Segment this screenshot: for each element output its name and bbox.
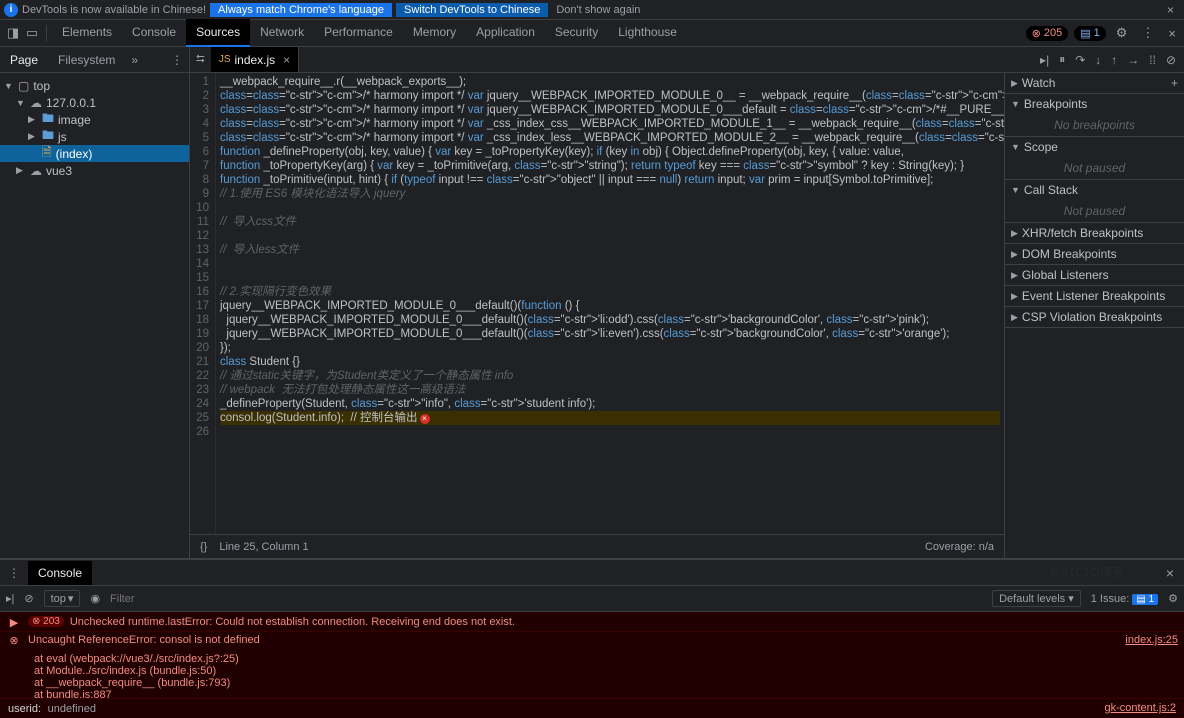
more-tabs-icon[interactable]: ▸| xyxy=(1040,53,1049,67)
scope-not-paused: Not paused xyxy=(1005,157,1184,179)
issue-badge[interactable]: ▤ 1 xyxy=(1074,26,1106,41)
error-text: Uncaught ReferenceError: consol is not d… xyxy=(28,634,1119,647)
xhr-bp-section[interactable]: ▶XHR/fetch Breakpoints xyxy=(1005,223,1184,243)
step-out-icon[interactable]: ↑ xyxy=(1111,53,1117,67)
tree-top[interactable]: ▼▢top xyxy=(0,77,189,94)
step-over-icon[interactable]: ↷ xyxy=(1075,53,1085,67)
csp-bp-section[interactable]: ▶CSP Violation Breakpoints xyxy=(1005,307,1184,327)
close-icon[interactable]: × xyxy=(283,53,290,67)
more-icon[interactable]: ⋮ xyxy=(165,48,189,72)
tab-page[interactable]: Page xyxy=(0,48,48,72)
info-icon: i xyxy=(4,3,18,17)
callstack-not-paused: Not paused xyxy=(1005,200,1184,222)
console-msg-error[interactable]: ⊗ Uncaught ReferenceError: consol is not… xyxy=(0,632,1184,698)
gear-icon[interactable]: ⚙ xyxy=(1112,23,1132,43)
tab-security[interactable]: Security xyxy=(545,19,608,47)
pause-exceptions-icon[interactable]: ⊘ xyxy=(1166,53,1176,67)
tab-network[interactable]: Network xyxy=(250,19,314,47)
js-file-icon: JS xyxy=(219,54,231,65)
play-icon: ▶ xyxy=(6,616,22,629)
repeat-count: ⊗ 203 xyxy=(28,616,64,627)
file-tree: ▼▢top ▼☁127.0.0.1 ▶🖿image ▶🖿js 🗎(index) … xyxy=(0,73,190,558)
code-content[interactable]: __webpack_require__.r(__webpack_exports_… xyxy=(216,73,1004,534)
close-icon[interactable]: × xyxy=(1160,563,1180,583)
deactivate-bp-icon[interactable]: ⁞⁞ xyxy=(1149,53,1156,67)
sidebar-toggle-icon[interactable]: ▸| xyxy=(6,592,14,605)
pretty-print-icon[interactable]: {} xyxy=(200,541,207,553)
issues-link[interactable]: 1 Issue: ▤ 1 xyxy=(1091,593,1158,605)
notif-text: DevTools is now available in Chinese! xyxy=(22,4,206,16)
filter-input[interactable] xyxy=(110,593,252,605)
no-breakpoints: No breakpoints xyxy=(1005,114,1184,136)
code-editor[interactable]: 1234567891011121314151617181920212223242… xyxy=(190,73,1004,534)
error-marker: × xyxy=(420,414,430,424)
console-output[interactable]: ▶ ⊗ 203 Unchecked runtime.lastError: Cou… xyxy=(0,612,1184,698)
close-devtools-icon[interactable]: × xyxy=(1164,24,1180,43)
debugger-panel: ▶Watch+ ▼BreakpointsNo breakpoints ▼Scop… xyxy=(1004,73,1184,558)
tab-performance[interactable]: Performance xyxy=(314,19,403,47)
add-watch-icon[interactable]: + xyxy=(1171,76,1178,90)
tab-memory[interactable]: Memory xyxy=(403,19,466,47)
warn-text: Unchecked runtime.lastError: Could not e… xyxy=(70,616,1178,629)
more-icon[interactable]: ⋮ xyxy=(1137,23,1158,43)
watch-section[interactable]: ▶Watch+ xyxy=(1005,73,1184,93)
breakpoints-section[interactable]: ▼Breakpoints xyxy=(1005,94,1184,114)
callstack-section[interactable]: ▼Call Stack xyxy=(1005,180,1184,200)
step-into-icon[interactable]: ↓ xyxy=(1095,53,1101,67)
match-language-button[interactable]: Always match Chrome's language xyxy=(210,3,392,17)
dont-show-again-link[interactable]: Don't show again xyxy=(556,4,640,16)
stack-trace: at eval (webpack://vue3/./src/index.js?:… xyxy=(6,653,1178,698)
global-listeners-section[interactable]: ▶Global Listeners xyxy=(1005,265,1184,285)
file-tab-label: index.js xyxy=(234,53,275,67)
live-expression-icon[interactable]: ◉ xyxy=(90,592,100,605)
tree-file-index[interactable]: 🗎(index) xyxy=(0,145,189,162)
scope-section[interactable]: ▼Scope xyxy=(1005,137,1184,157)
tree-host[interactable]: ▼☁127.0.0.1 xyxy=(0,94,189,111)
cursor-position: Line 25, Column 1 xyxy=(219,541,308,553)
gear-icon[interactable]: ⚙ xyxy=(1168,592,1178,605)
separator xyxy=(46,25,47,41)
source-link[interactable]: index.js:25 xyxy=(1125,634,1178,647)
console-log-userid: userid: undefined gk-content.js:2 xyxy=(0,698,1184,718)
device-toggle-icon[interactable]: ▭ xyxy=(23,25,41,41)
more-tabs-icon[interactable]: » xyxy=(125,48,144,72)
switch-language-button[interactable]: Switch DevTools to Chinese xyxy=(396,3,548,17)
inspect-icon[interactable]: ◨ xyxy=(4,25,22,41)
error-badge[interactable]: ⊗ 205 xyxy=(1026,26,1069,41)
close-icon[interactable]: × xyxy=(1161,1,1180,19)
tree-folder-image[interactable]: ▶🖿image xyxy=(0,111,189,128)
error-icon: ⊗ xyxy=(6,634,22,647)
source-link-2[interactable]: gk-content.js:2 xyxy=(1104,702,1176,714)
tab-application[interactable]: Application xyxy=(466,19,545,47)
coverage-status: Coverage: n/a xyxy=(925,541,994,553)
tab-console[interactable]: Console xyxy=(122,19,186,47)
line-gutter: 1234567891011121314151617181920212223242… xyxy=(190,73,216,534)
pause-icon[interactable]: ⏸ xyxy=(1059,52,1065,67)
event-bp-section[interactable]: ▶Event Listener Breakpoints xyxy=(1005,286,1184,306)
tab-filesystem[interactable]: Filesystem xyxy=(48,48,125,72)
dom-bp-section[interactable]: ▶DOM Breakpoints xyxy=(1005,244,1184,264)
tab-elements[interactable]: Elements xyxy=(52,19,122,47)
tab-lighthouse[interactable]: Lighthouse xyxy=(608,19,687,47)
navigate-icon[interactable]: ⮀ xyxy=(190,53,211,66)
context-selector[interactable]: top ▾ xyxy=(44,590,81,607)
console-msg-warn[interactable]: ▶ ⊗ 203 Unchecked runtime.lastError: Cou… xyxy=(0,614,1184,632)
tree-folder-js[interactable]: ▶🖿js xyxy=(0,128,189,145)
tab-sources[interactable]: Sources xyxy=(186,19,250,47)
log-levels-selector[interactable]: Default levels ▾ xyxy=(992,590,1081,607)
main-tabs: ElementsConsoleSourcesNetworkPerformance… xyxy=(52,19,687,47)
tree-vue3[interactable]: ▶☁vue3 xyxy=(0,162,189,179)
console-tab[interactable]: Console xyxy=(28,561,92,585)
more-icon[interactable]: ⋮ xyxy=(4,566,24,580)
step-icon[interactable]: → xyxy=(1127,53,1139,67)
file-tab-indexjs[interactable]: JS index.js × xyxy=(211,47,299,72)
clear-console-icon[interactable]: ⊘ xyxy=(24,592,33,605)
